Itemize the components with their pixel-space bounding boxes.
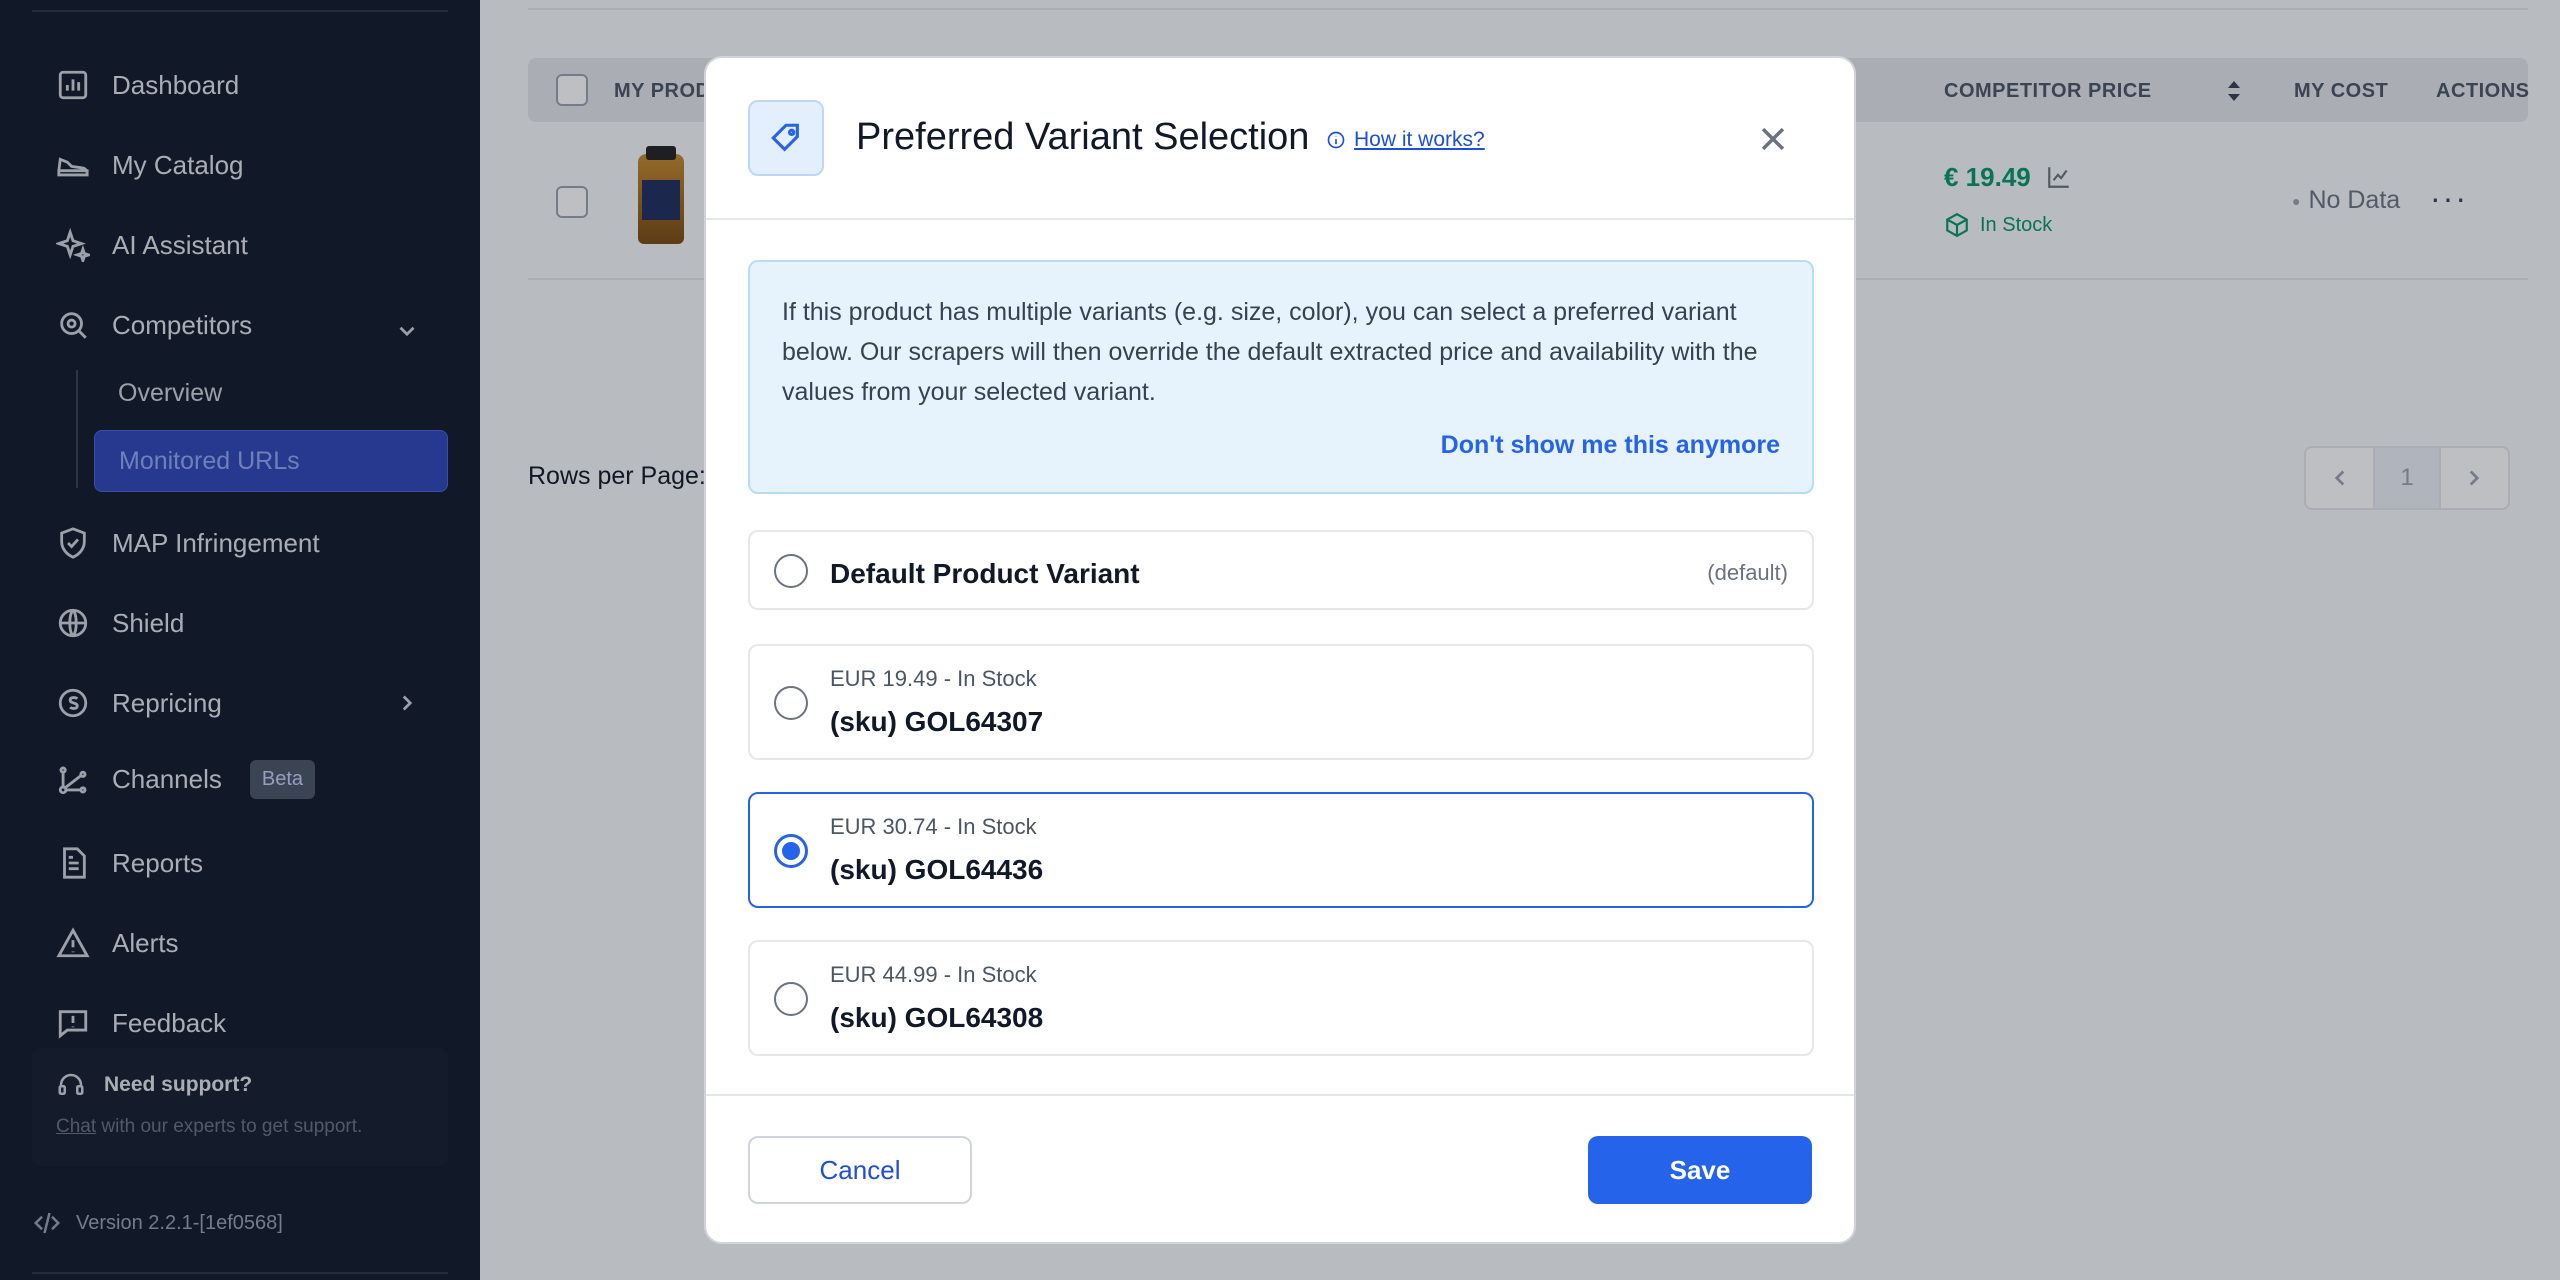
radio-button[interactable] <box>774 982 808 1016</box>
default-tag: (default) <box>1707 560 1788 585</box>
dialog-header: Preferred Variant Selection How it works… <box>706 58 1854 220</box>
variant-option[interactable]: EUR 19.49 - In Stock (sku) GOL64307 <box>748 644 1814 760</box>
variant-selection-dialog: Preferred Variant Selection How it works… <box>704 56 1856 1244</box>
variant-sku: (sku) GOL64307 <box>830 706 1044 737</box>
variant-option-selected[interactable]: EUR 30.74 - In Stock (sku) GOL64436 <box>748 792 1814 908</box>
radio-button[interactable] <box>774 554 808 588</box>
info-text: If this product has multiple variants (e… <box>782 298 1758 406</box>
tag-icon <box>771 123 799 152</box>
variant-sku: (sku) GOL64436 <box>830 854 1044 885</box>
option-label: Default Product Variant <box>830 558 1140 589</box>
variant-price-stock: EUR 30.74 - In Stock <box>830 814 1037 839</box>
dialog-footer: Cancel Save <box>706 1094 1854 1242</box>
variant-sku: (sku) GOL64308 <box>830 1002 1044 1033</box>
radio-button[interactable] <box>774 686 808 720</box>
info-icon <box>1327 131 1345 149</box>
variant-price-stock: EUR 19.49 - In Stock <box>830 666 1037 691</box>
dialog-title: Preferred Variant Selection <box>856 116 1310 158</box>
how-it-works-label: How it works? <box>1354 128 1485 151</box>
radio-button-checked[interactable] <box>774 834 808 868</box>
variant-option-default[interactable]: Default Product Variant (default) <box>748 530 1814 610</box>
info-box: If this product has multiple variants (e… <box>748 260 1814 494</box>
dont-show-again-link[interactable]: Don't show me this anymore <box>1441 431 1780 460</box>
save-button[interactable]: Save <box>1588 1136 1812 1204</box>
close-icon <box>1761 127 1785 151</box>
tag-icon-box <box>748 100 824 176</box>
how-it-works-link[interactable]: How it works? <box>1326 128 1485 152</box>
variant-price-stock: EUR 44.99 - In Stock <box>830 962 1037 987</box>
variant-option[interactable]: EUR 44.99 - In Stock (sku) GOL64308 <box>748 940 1814 1056</box>
close-button[interactable] <box>1756 122 1790 156</box>
cancel-button[interactable]: Cancel <box>748 1136 972 1204</box>
